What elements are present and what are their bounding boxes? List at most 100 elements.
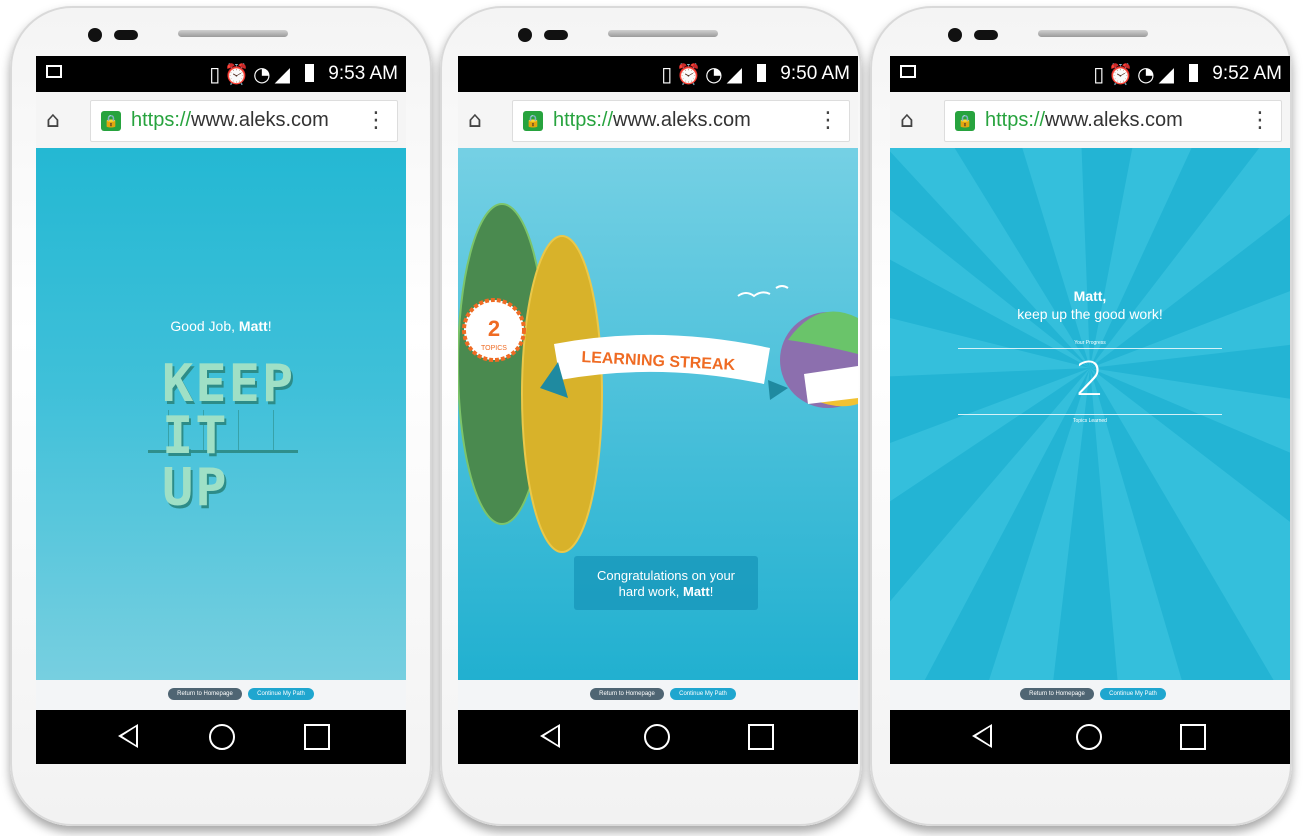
phone-top xyxy=(10,6,432,50)
wifi-icon: ◔ xyxy=(705,62,727,86)
home-icon[interactable]: ⌂ xyxy=(900,110,922,132)
vibrate-icon: ▯ xyxy=(209,62,225,86)
alarm-icon: ⏰ xyxy=(1108,62,1138,86)
footer-bar: Return to Homepage Continue My Path xyxy=(890,680,1290,710)
status-time: 9:53 AM xyxy=(328,63,398,84)
congrats-name: Matt xyxy=(682,584,710,599)
phone-3: ▯⏰◔◢ 9:52 AM ⌂ 🔒 https://www.aleks.com ⋮ xyxy=(870,6,1292,826)
congrats-line-2-prefix: hard work, xyxy=(618,584,680,599)
front-camera xyxy=(518,28,532,42)
android-nav-bar xyxy=(36,710,406,764)
alarm-icon: ⏰ xyxy=(224,62,254,86)
status-bar: ▯⏰◔◢ 9:50 AM xyxy=(458,56,858,92)
badge-number: 2 xyxy=(488,316,500,341)
url-bar[interactable]: 🔒 https://www.aleks.com ⋮ xyxy=(90,100,398,142)
home-icon[interactable]: ⌂ xyxy=(46,110,68,132)
progress-screen: Matt, keep up the good work! Your Progre… xyxy=(890,148,1290,680)
status-icons: ▯⏰◔◢ xyxy=(209,62,294,86)
footer-bar: Return to Homepage Continue My Path xyxy=(36,680,406,710)
back-icon[interactable] xyxy=(540,724,560,748)
status-time: 9:52 AM xyxy=(1212,63,1282,84)
url-host: www.aleks.com xyxy=(1045,109,1183,131)
image-icon xyxy=(46,65,62,78)
image-icon xyxy=(900,65,916,78)
url-scheme: https:// xyxy=(985,109,1046,131)
vibrate-icon: ▯ xyxy=(1093,62,1109,86)
continue-my-path-button[interactable]: Continue My Path xyxy=(670,688,736,700)
front-camera xyxy=(88,28,102,42)
seagull-1 xyxy=(737,291,771,298)
phone-2: ▯⏰◔◢ 9:50 AM ⌂ 🔒 https://www.aleks.com ⋮ xyxy=(440,6,862,826)
phone-top xyxy=(870,6,1292,50)
recent-apps-icon[interactable] xyxy=(1180,724,1206,750)
menu-dots-icon[interactable]: ⋮ xyxy=(817,107,839,135)
url-bar[interactable]: 🔒 https://www.aleks.com ⋮ xyxy=(944,100,1282,142)
congrats-message: Congratulations on your hard work, Matt! xyxy=(574,556,758,610)
return-to-homepage-button[interactable]: Return to Homepage xyxy=(590,688,664,700)
seagull-2 xyxy=(775,285,789,289)
badge-label: TOPICS xyxy=(481,345,507,352)
signal-icon: ◢ xyxy=(726,62,746,86)
alarm-icon: ⏰ xyxy=(676,62,706,86)
headline-line-1: KEEP xyxy=(162,354,296,414)
url-host: www.aleks.com xyxy=(613,109,751,131)
home-circle-icon[interactable] xyxy=(209,724,235,750)
headline-line-2: IT UP xyxy=(162,406,229,518)
progress-value: 2 xyxy=(1075,352,1105,406)
return-to-homepage-button[interactable]: Return to Homepage xyxy=(168,688,242,700)
phone-1: ▯⏰◔◢ 9:53 AM ⌂ 🔒 https://www.aleks.com ⋮… xyxy=(10,6,432,826)
menu-dots-icon[interactable]: ⋮ xyxy=(1249,107,1271,135)
greeting-prefix: Good Job, xyxy=(170,318,236,334)
banner-tail-right xyxy=(768,380,788,400)
greeting-name: Matt xyxy=(238,318,268,334)
continue-my-path-button[interactable]: Continue My Path xyxy=(1100,688,1166,700)
sensor xyxy=(544,30,568,40)
browser-toolbar: ⌂ 🔒 https://www.aleks.com ⋮ xyxy=(36,92,406,149)
continue-my-path-button[interactable]: Continue My Path xyxy=(248,688,314,700)
divider-bottom xyxy=(958,414,1222,415)
android-nav-bar xyxy=(458,710,858,764)
greeting-suffix: ! xyxy=(267,318,272,334)
phone-top xyxy=(440,6,862,50)
progress-label: Your Progress xyxy=(1074,340,1106,346)
home-circle-icon[interactable] xyxy=(644,724,670,750)
keep-it-up-sign: KEEP IT UP xyxy=(162,358,312,514)
url-text: https://www.aleks.com xyxy=(985,109,1183,132)
learning-streak-screen: 2 TOPICS LEARNING STREAK Congratulations… xyxy=(458,148,858,680)
home-circle-icon[interactable] xyxy=(1076,724,1102,750)
lock-icon: 🔒 xyxy=(523,111,543,131)
home-icon[interactable]: ⌂ xyxy=(468,110,490,132)
recent-apps-icon[interactable] xyxy=(304,724,330,750)
greeting: Good Job, Matt! xyxy=(36,318,406,334)
status-bar: ▯⏰◔◢ 9:52 AM xyxy=(890,56,1290,92)
url-scheme: https:// xyxy=(553,109,614,131)
congrats-suffix: ! xyxy=(709,584,714,599)
url-bar[interactable]: 🔒 https://www.aleks.com ⋮ xyxy=(512,100,850,142)
congrats-line-1: Congratulations on your xyxy=(596,568,736,583)
phone-screen: ▯⏰◔◢ 9:52 AM ⌂ 🔒 https://www.aleks.com ⋮ xyxy=(890,56,1290,764)
url-text: https://www.aleks.com xyxy=(131,109,329,132)
url-host: www.aleks.com xyxy=(191,109,329,131)
url-scheme: https:// xyxy=(131,109,192,131)
status-icons: ▯⏰◔◢ xyxy=(661,62,746,86)
back-icon[interactable] xyxy=(972,724,992,748)
battery-icon xyxy=(1189,64,1198,82)
encouragement-message: keep up the good work! xyxy=(1017,306,1163,322)
url-text: https://www.aleks.com xyxy=(553,109,751,132)
earpiece-speaker xyxy=(608,30,718,37)
recent-apps-icon[interactable] xyxy=(748,724,774,750)
android-nav-bar xyxy=(890,710,1290,764)
signal-icon: ◢ xyxy=(274,62,294,86)
status-icons: ▯⏰◔◢ xyxy=(1093,62,1178,86)
browser-toolbar: ⌂ 🔒 https://www.aleks.com ⋮ xyxy=(890,92,1290,149)
lock-icon: 🔒 xyxy=(101,111,121,131)
menu-dots-icon[interactable]: ⋮ xyxy=(365,107,387,135)
sensor xyxy=(114,30,138,40)
phone-screen: ▯⏰◔◢ 9:53 AM ⌂ 🔒 https://www.aleks.com ⋮… xyxy=(36,56,406,764)
wifi-icon: ◔ xyxy=(1137,62,1159,86)
back-icon[interactable] xyxy=(118,724,138,748)
earpiece-speaker xyxy=(178,30,288,37)
return-to-homepage-button[interactable]: Return to Homepage xyxy=(1020,688,1094,700)
phone-screen: ▯⏰◔◢ 9:50 AM ⌂ 🔒 https://www.aleks.com ⋮ xyxy=(458,56,858,764)
wifi-icon: ◔ xyxy=(253,62,275,86)
